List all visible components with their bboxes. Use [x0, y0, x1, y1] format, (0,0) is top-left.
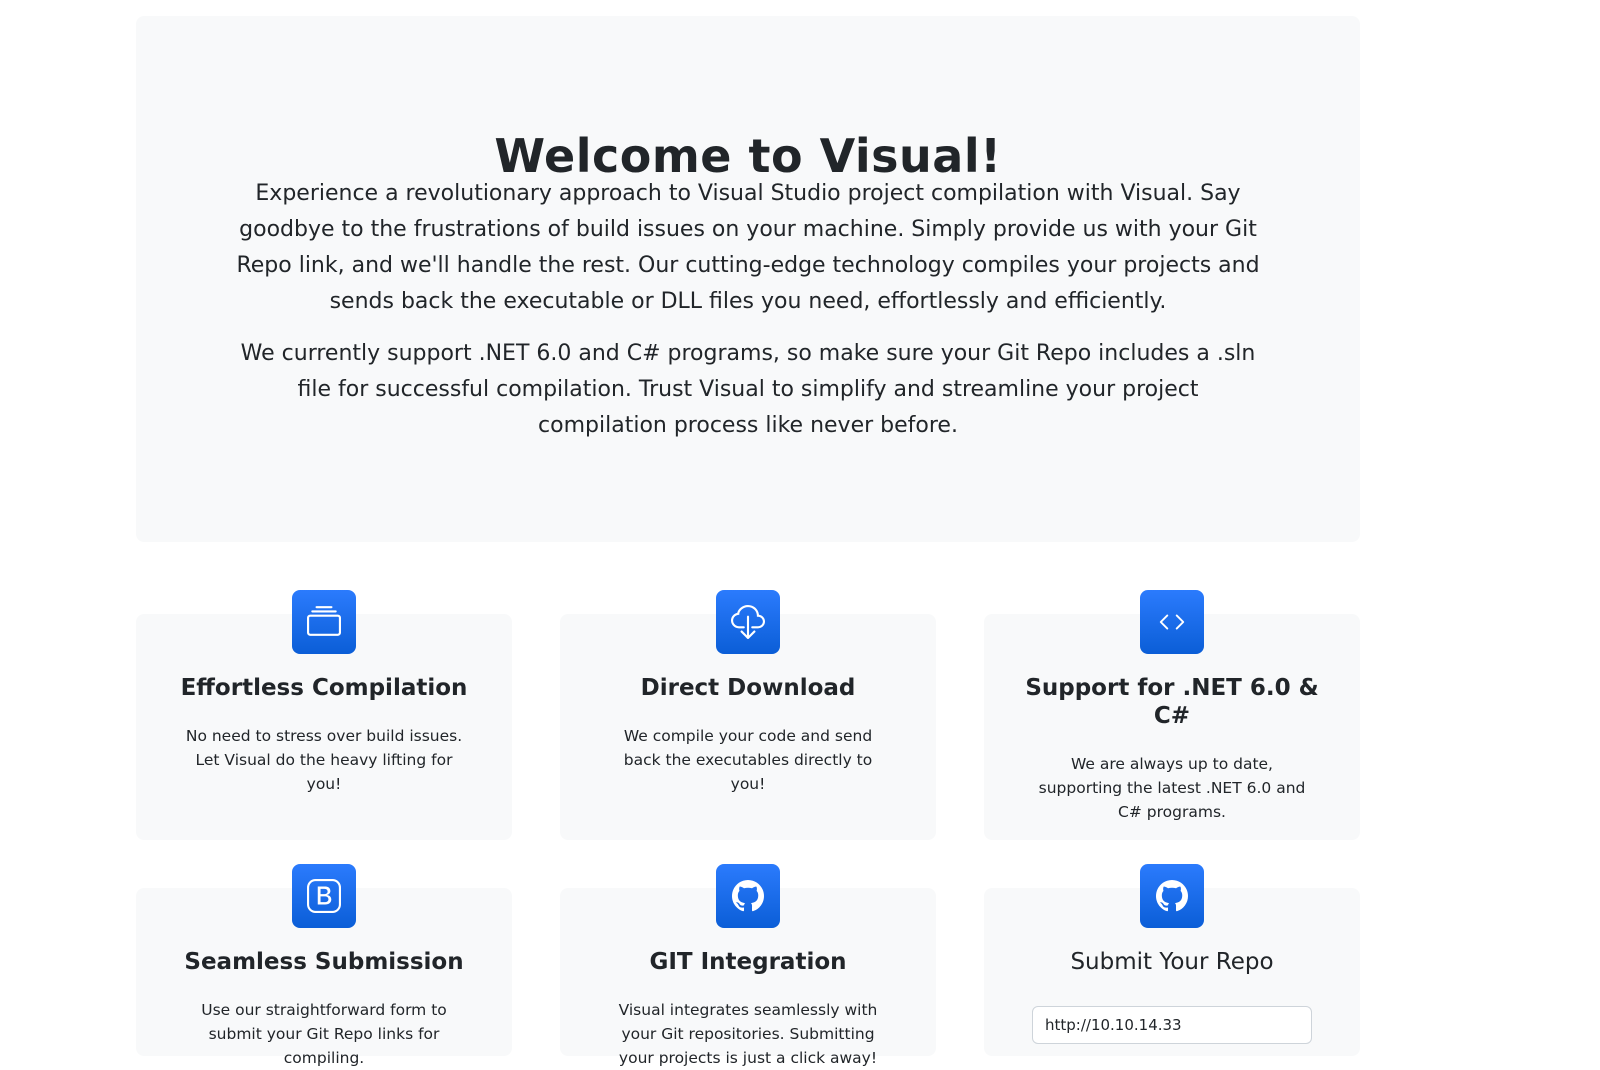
- feature-card-git-integration: GIT Integration Visual integrates seamle…: [560, 864, 936, 1067]
- hero-section: Welcome to Visual! Experience a revoluti…: [136, 16, 1360, 542]
- hero-support-paragraph: We currently support .NET 6.0 and C# pro…: [240, 341, 1256, 438]
- submit-repo-card: Submit Your Repo: [984, 864, 1360, 1056]
- feature-description: Visual integrates seamlessly with your G…: [618, 1001, 878, 1067]
- feature-title: Effortless Compilation: [180, 675, 468, 701]
- feature-title: Support for .NET 6.0 & C#: [1025, 675, 1319, 729]
- submit-repo-title: Submit Your Repo: [1070, 949, 1274, 975]
- github-icon: [1140, 864, 1204, 928]
- feature-card-seamless-submission: Seamless Submission Use our straightforw…: [136, 864, 512, 1067]
- bootstrap-icon: [292, 864, 356, 928]
- code-icon: [1140, 590, 1204, 654]
- feature-title: Seamless Submission: [184, 949, 464, 975]
- collection-icon: [292, 590, 356, 654]
- feature-description: No need to stress over build issues. Let…: [185, 727, 463, 793]
- feature-description: We are always up to date, supporting the…: [1038, 755, 1306, 821]
- cloud-download-icon: [716, 590, 780, 654]
- github-icon: [716, 864, 780, 928]
- feature-title: Direct Download: [640, 675, 856, 701]
- repo-url-input[interactable]: [1032, 1006, 1312, 1044]
- feature-card-dotnet-support: Support for .NET 6.0 & C# We are always …: [984, 590, 1360, 840]
- feature-description: We compile your code and send back the e…: [623, 727, 873, 793]
- feature-title: GIT Integration: [649, 949, 847, 975]
- hero-intro-paragraph: Experience a revolutionary approach to V…: [236, 181, 1260, 314]
- feature-description: Use our straightforward form to submit y…: [201, 1001, 447, 1067]
- feature-card-effortless-compilation: Effortless Compilation No need to stress…: [136, 590, 512, 840]
- feature-card-direct-download: Direct Download We compile your code and…: [560, 590, 936, 840]
